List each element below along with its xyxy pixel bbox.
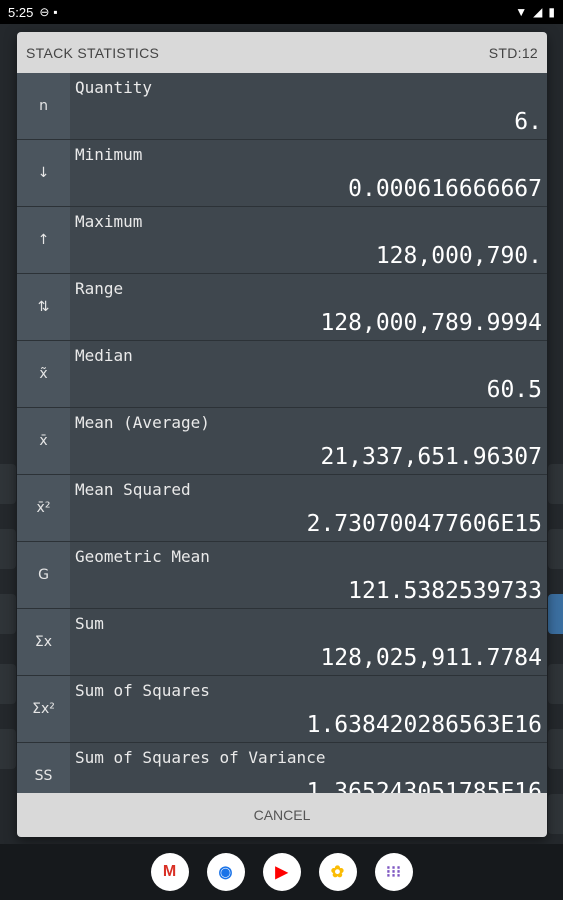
statistic-row[interactable]: x̄² Mean Squared 2.730700477606E15 [17,475,547,542]
statistic-value: 121.5382539733 [348,578,542,604]
statistic-row[interactable]: ↑ Maximum 128,000,790. [17,207,547,274]
statistic-value: 1.365243051785E16 [306,779,542,793]
statistic-label: Range [75,279,124,298]
statistic-label: Quantity [75,78,153,97]
statistic-symbol: SS [17,743,70,793]
statistic-label: Sum [75,614,104,633]
std-indicator: STD:12 [488,44,538,61]
statistic-symbol: n [17,73,70,139]
statistic-value: 21,337,651.96307 [320,444,542,470]
statistic-row[interactable]: x̃ Median 60.5 [17,341,547,408]
wifi-icon: ▼ [515,5,528,19]
battery-icon: ▮ [548,5,555,19]
background-key [0,594,16,634]
statistic-body: Quantity 6. [70,73,547,139]
statistic-row[interactable]: G Geometric Mean 121.5382539733 [17,542,547,609]
statistic-symbol: x̄ [17,408,70,474]
statistic-body: Range 128,000,789.9994 [70,274,547,340]
app-drawer-icon[interactable]: ⁝⁝⁝ [374,853,413,891]
cancel-button[interactable]: CANCEL [17,793,547,837]
background-key [0,529,16,569]
statistic-symbol: ↓ [17,140,70,206]
statistics-list[interactable]: n Quantity 6. ↓ Minimum 0.000616666667 ↑ Maximu… [17,73,547,793]
background-key [0,464,16,504]
sync-icon: ⊖ [39,5,50,19]
statistic-body: Sum 128,025,911.7784 [70,609,547,675]
statistic-symbol: Σx [17,609,70,675]
statistic-value: 2.730700477606E15 [306,511,542,537]
background-key [548,664,563,704]
statistic-label: Geometric Mean [75,547,210,566]
statistic-label: Maximum [75,212,143,231]
statistic-body: Mean Squared 2.730700477606E15 [70,475,547,541]
app-dock: M ◉ ▶ ✿ ⁝⁝⁝ [0,844,563,900]
statistic-value: 128,000,790. [375,243,542,269]
statistic-row[interactable]: ↓ Minimum 0.000616666667 [17,140,547,207]
statistic-symbol: ↑ [17,207,70,273]
statistic-body: Sum of Squares 1.638420286563E16 [70,676,547,742]
statistic-symbol: ⇅ [17,274,70,340]
gmail-icon[interactable]: M [150,853,189,891]
background-key [548,794,563,834]
chrome-icon[interactable]: ◉ [206,853,245,891]
statistic-label: Minimum [75,145,143,164]
statistic-body: Mean (Average) 21,337,651.96307 [70,408,547,474]
statistic-row[interactable]: ⇅ Range 128,000,789.9994 [17,274,547,341]
status-time: 5:25 [8,4,34,20]
statistic-label: Mean Squared [75,480,191,499]
background-key [548,729,563,769]
photos-icon[interactable]: ✿ [318,853,357,891]
statistic-body: Maximum 128,000,790. [70,207,547,273]
statistic-label: Sum of Squares of Variance [75,748,326,767]
stack-statistics-dialog: STACK STATISTICS STD:12 n Quantity 6. ↓ Mini… [17,32,547,837]
dialog-header: STACK STATISTICS STD:12 [17,32,547,73]
dialog-title: STACK STATISTICS [26,44,160,61]
sd-card-icon: ▪ [53,5,58,19]
statistic-row[interactable]: x̄ Mean (Average) 21,337,651.96307 [17,408,547,475]
statistic-value: 128,000,789.9994 [320,310,542,336]
statistic-value: 6. [514,109,542,135]
statistic-row[interactable]: n Quantity 6. [17,73,547,140]
statistic-value: 60.5 [486,377,542,403]
statistic-symbol: Σx² [17,676,70,742]
statistic-body: Median 60.5 [70,341,547,407]
statistic-symbol: G [17,542,70,608]
statistic-value: 1.638420286563E16 [306,712,542,738]
background-key [548,594,563,634]
background-key [548,464,563,504]
statistic-body: Geometric Mean 121.5382539733 [70,542,547,608]
statistic-label: Mean (Average) [75,413,210,432]
statistic-label: Median [75,346,133,365]
statistic-row[interactable]: Σx² Sum of Squares 1.638420286563E16 [17,676,547,743]
statistic-value: 128,025,911.7784 [320,645,542,671]
statistic-symbol: x̄² [17,475,70,541]
background-key [0,729,16,769]
background-key [0,664,16,704]
statistic-body: Minimum 0.000616666667 [70,140,547,206]
signal-icon: ◢ [533,5,543,19]
statistic-symbol: x̃ [17,341,70,407]
statistic-row[interactable]: SS Sum of Squares of Variance 1.3652430517… [17,743,547,793]
background-key [548,529,563,569]
statistic-label: Sum of Squares [75,681,210,700]
statistic-value: 0.000616666667 [348,176,542,202]
youtube-icon[interactable]: ▶ [262,853,301,891]
statistic-row[interactable]: Σx Sum 128,025,911.7784 [17,609,547,676]
status-bar: 5:25 ⊖ ▪ ▼ ◢ ▮ [0,0,563,24]
statistic-body: Sum of Squares of Variance 1.365243051785… [70,743,547,793]
